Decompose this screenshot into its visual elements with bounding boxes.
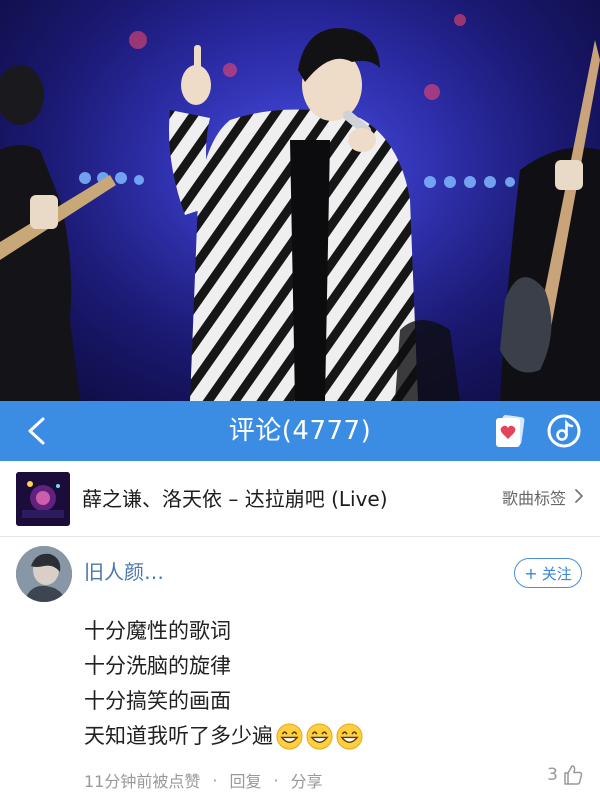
album-cover[interactable] [16, 472, 70, 526]
follow-button[interactable]: + 关注 [514, 558, 582, 588]
comment-item: 旧人颜… + 关注 十分魔性的歌词 十分洗脑的旋律 十分搞笑的画面 天知道我听了… [0, 538, 600, 806]
heart-card-icon [496, 414, 525, 447]
heart-card-button[interactable] [492, 413, 528, 449]
song-title[interactable]: 薛之谦、洛天依 – 达拉崩吧 (Live) [82, 461, 388, 537]
separator-dot: · [212, 770, 218, 790]
like-count: 3 [547, 765, 558, 785]
grin-emoji-icon [336, 723, 363, 750]
comment-line: 十分搞笑的画面 [84, 689, 231, 713]
song-row[interactable]: 薛之谦、洛天依 – 达拉崩吧 (Live) 歌曲标签 [0, 461, 600, 537]
song-tag-label: 歌曲标签 [501, 489, 566, 508]
music-disc-icon [547, 414, 581, 448]
music-player-button[interactable] [546, 413, 582, 449]
album-art-image [16, 472, 70, 526]
reply-button[interactable]: 回复 [229, 768, 261, 792]
chevron-left-icon [28, 417, 45, 445]
comment-content: 十分魔性的歌词 十分洗脑的旋律 十分搞笑的画面 天知道我听了多少遍 [84, 614, 564, 754]
song-tag-link[interactable]: 歌曲标签 [502, 461, 584, 537]
avatar[interactable] [16, 546, 72, 602]
title-bar: 评论(4777) [0, 401, 600, 461]
avatar-image [16, 546, 72, 602]
concert-stage-image [0, 0, 600, 401]
follow-label: 关注 [541, 564, 572, 583]
share-button[interactable]: 分享 [291, 768, 323, 792]
thumbs-up-icon [564, 765, 583, 785]
separator-dot: · [273, 770, 279, 790]
comment-meta: 11分钟前被点赞 · 回复 · 分享 [84, 768, 323, 792]
comment-time: 11分钟前被点赞 [84, 772, 201, 791]
comment-line: 十分洗脑的旋律 [84, 654, 231, 678]
comment-username[interactable]: 旧人颜… [84, 556, 164, 585]
back-button[interactable] [18, 413, 54, 449]
plus-icon: + [524, 563, 538, 583]
comment-line: 十分魔性的歌词 [84, 619, 231, 643]
chevron-right-icon [574, 461, 584, 537]
grin-emoji-icon [306, 723, 333, 750]
like-button[interactable]: 3 [547, 764, 584, 786]
grin-emoji-icon [276, 723, 303, 750]
hero-photo [0, 0, 600, 401]
comment-line-last: 天知道我听了多少遍 [84, 719, 564, 754]
comment-line-text: 天知道我听了多少遍 [84, 724, 273, 748]
